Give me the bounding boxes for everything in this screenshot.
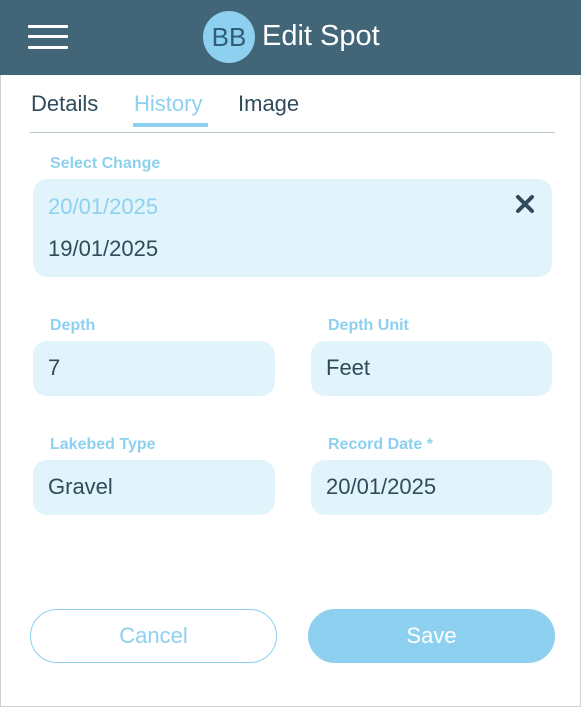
- depth-value: 7: [48, 355, 61, 380]
- tab-image[interactable]: Image: [238, 89, 299, 119]
- depth-unit-value: Feet: [326, 355, 371, 380]
- depth-unit-label: Depth Unit: [328, 317, 409, 334]
- select-change-option[interactable]: 19/01/2025: [48, 235, 158, 263]
- record-date-field[interactable]: 20/01/2025: [311, 460, 552, 515]
- active-tab-indicator: [133, 123, 208, 127]
- tab-details[interactable]: Details: [31, 89, 98, 119]
- select-change-selected-value[interactable]: 20/01/2025: [48, 193, 158, 221]
- app-header: BB Edit Spot: [0, 0, 581, 75]
- depth-label: Depth: [50, 317, 96, 334]
- select-change-dropdown[interactable]: 20/01/2025 19/01/2025: [33, 179, 552, 277]
- depth-unit-select[interactable]: Feet: [311, 341, 552, 396]
- menu-bar: [28, 25, 68, 28]
- depth-field[interactable]: 7: [33, 341, 275, 396]
- tab-history[interactable]: History: [134, 89, 202, 119]
- tab-bar: Details History Image: [30, 89, 555, 133]
- page-title: Edit Spot: [262, 20, 380, 52]
- lakebed-type-label: Lakebed Type: [50, 436, 156, 453]
- menu-bar: [28, 46, 68, 49]
- lakebed-type-select[interactable]: Gravel: [33, 460, 275, 515]
- close-icon[interactable]: [514, 193, 536, 215]
- lakebed-type-value: Gravel: [48, 474, 113, 499]
- cancel-button[interactable]: Cancel: [30, 609, 277, 663]
- menu-bar: [28, 35, 68, 38]
- record-date-label: Record Date *: [328, 436, 433, 453]
- select-change-label: Select Change: [50, 155, 161, 172]
- save-button[interactable]: Save: [308, 609, 555, 663]
- avatar[interactable]: BB: [203, 11, 255, 63]
- record-date-value: 20/01/2025: [326, 474, 437, 499]
- hamburger-menu-icon[interactable]: [28, 22, 70, 52]
